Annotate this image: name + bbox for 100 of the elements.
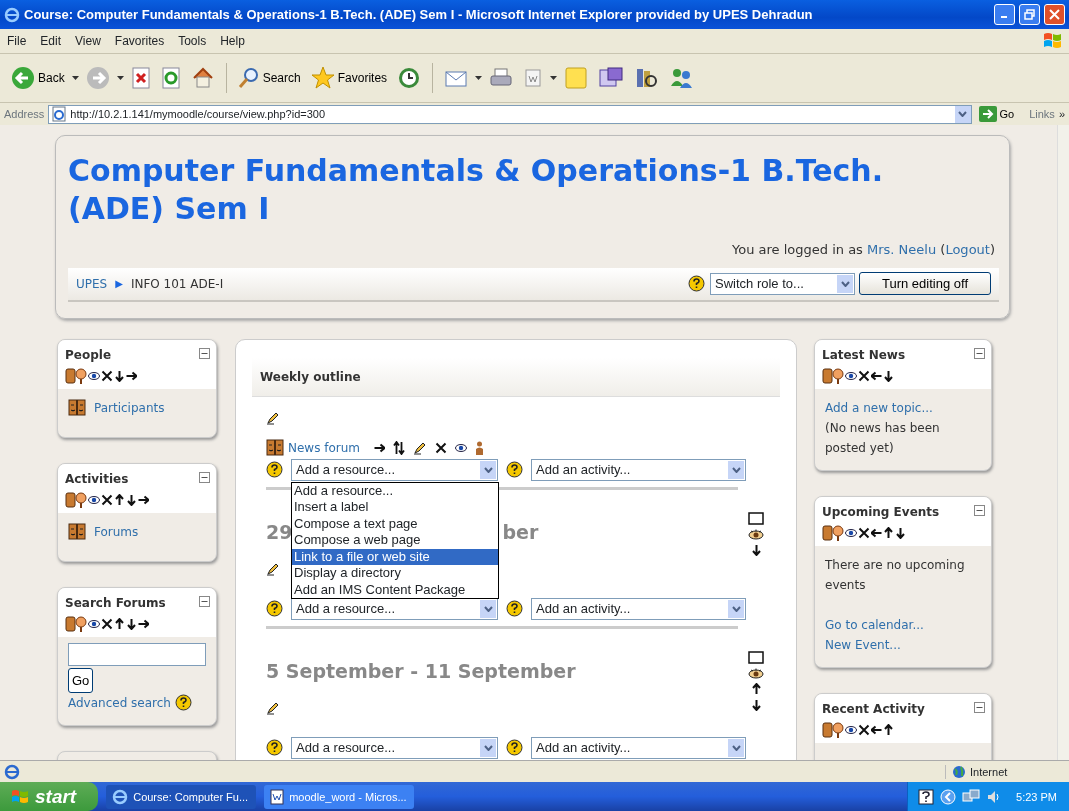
pencil-icon: [266, 561, 280, 576]
advanced-search-link[interactable]: Advanced search: [68, 692, 171, 713]
people-icon: [822, 721, 844, 738]
more-links-button[interactable]: »: [1058, 108, 1065, 120]
user-link[interactable]: Mrs. Neelu: [867, 242, 937, 257]
favorites-button[interactable]: Favorites: [307, 64, 391, 92]
arrow-down-icon: [750, 698, 762, 711]
people-icon: [822, 524, 844, 541]
dropdown-option[interactable]: Add an IMS Content Package: [292, 581, 498, 598]
arrow-down-icon: [895, 526, 906, 539]
delete-icon: [101, 369, 113, 382]
help-icon[interactable]: [918, 788, 935, 805]
empty-square-icon: [748, 650, 764, 664]
dropdown-option[interactable]: Display a directory: [292, 565, 498, 582]
document-icon: [523, 68, 544, 88]
menu-item[interactable]: File: [0, 34, 34, 48]
dropdown-option[interactable]: Compose a text page: [292, 515, 498, 532]
resource-select[interactable]: Add a resource...: [291, 458, 498, 481]
arrow-up-icon: [114, 617, 125, 630]
printer-icon: [489, 67, 514, 89]
eye-icon: [88, 619, 100, 628]
eye-icon: [455, 443, 468, 452]
activity-select[interactable]: Add an activity...: [531, 458, 746, 481]
menu-item[interactable]: Tools: [171, 34, 214, 48]
delete-icon: [435, 441, 448, 454]
menu-item[interactable]: Favorites: [107, 34, 172, 48]
arrow-up-icon: [883, 526, 894, 539]
caret-icon: [483, 605, 493, 612]
collapse-icon: [974, 701, 985, 713]
dropdown-option[interactable]: Link to a file or web site: [292, 548, 498, 565]
arrow-down-icon: [126, 617, 137, 630]
arrow-down-icon: [883, 369, 894, 382]
document-icon: [270, 788, 285, 805]
help-icon: [174, 694, 192, 711]
help-icon: [506, 600, 523, 617]
arrow-right-icon: [138, 493, 149, 506]
search-button[interactable]: Search: [234, 65, 304, 91]
course-title: Computer Fundamentals & Operations-1 B.Tech. (ADE) Sem I: [68, 152, 885, 228]
menu-item[interactable]: Help: [213, 34, 252, 48]
arrow-down-icon: [114, 369, 125, 382]
minimize-button[interactable]: [994, 4, 1015, 25]
collapse-icon: [199, 471, 210, 483]
links-button[interactable]: Links: [1029, 108, 1055, 120]
menu-item[interactable]: Edit: [33, 34, 69, 48]
menu-item[interactable]: View: [68, 34, 108, 48]
breadcrumb-item[interactable]: UPES: [76, 274, 108, 293]
network-icon[interactable]: [962, 788, 981, 805]
collapse-icon: [199, 347, 210, 359]
block-link[interactable]: New Event...: [825, 634, 981, 655]
arrow-left-icon: [871, 526, 882, 539]
restore-icon: [1024, 9, 1035, 20]
dropdown-caret-icon[interactable]: [71, 76, 79, 80]
dropdown-option[interactable]: Compose a web page: [292, 532, 498, 549]
browser-icon: [112, 788, 129, 805]
forum-icon: [68, 399, 86, 416]
chat-icon: [598, 66, 625, 90]
role-select[interactable]: Switch role to...: [710, 272, 855, 295]
activity-select[interactable]: Add an activity...: [531, 736, 746, 759]
back-button[interactable]: Back: [8, 64, 68, 92]
pencil-icon: [413, 440, 428, 455]
delete-icon: [858, 723, 870, 736]
user-link[interactable]: Logout: [945, 242, 990, 257]
address-field[interactable]: http://10.2.1.141/mymoodle/course/view.php?id=300: [48, 104, 972, 124]
taskbar-button[interactable]: moodle_word - Micros...: [264, 784, 415, 809]
arrow-down-icon: [126, 493, 137, 506]
block-link[interactable]: Participants: [94, 397, 165, 418]
block-title: Activities: [65, 470, 130, 488]
eye-icon: [845, 371, 857, 380]
clock-text: 5:23 PM: [1016, 790, 1057, 803]
block-link[interactable]: Go to calendar...: [825, 614, 981, 635]
resource-select[interactable]: Add a resource...: [291, 597, 498, 620]
turn-editing-off-button[interactable]: Turn editing off: [859, 272, 991, 295]
move-icon: [393, 440, 406, 455]
help-icon: [266, 461, 283, 478]
dropdown-caret-icon[interactable]: [475, 76, 483, 80]
activity-link[interactable]: News forum: [288, 438, 361, 457]
scrollbar[interactable]: [1057, 125, 1069, 760]
resource-select[interactable]: Add a resource...: [291, 736, 498, 759]
go-button[interactable]: Go: [975, 104, 1018, 124]
block-link[interactable]: Forums: [94, 521, 139, 542]
caret-icon: [958, 111, 967, 117]
search-field[interactable]: [68, 642, 206, 666]
dropdown-caret-icon[interactable]: [116, 76, 124, 80]
go-button[interactable]: Go: [68, 667, 94, 693]
block-text: (No news has been posted yet): [825, 419, 941, 457]
block-link[interactable]: Add a new topic...: [825, 397, 981, 418]
taskbar-button[interactable]: Course: Computer Fu...: [106, 784, 257, 809]
activity-select[interactable]: Add an activity...: [531, 597, 746, 620]
refresh-icon: [160, 67, 181, 89]
expand-tray-icon[interactable]: [940, 788, 957, 805]
dropdown-caret-icon[interactable]: [550, 76, 558, 80]
restore-button[interactable]: [1019, 4, 1040, 25]
section-heading: 5 September - 11 September: [266, 658, 576, 684]
close-button[interactable]: [1044, 4, 1065, 25]
help-icon: [688, 275, 705, 292]
eye-icon: [845, 725, 857, 734]
eye-icon: [748, 667, 764, 679]
dropdown-option[interactable]: Insert a label: [292, 499, 498, 516]
eye-icon: [748, 528, 764, 540]
dropdown-option[interactable]: Add a resource...: [292, 482, 498, 499]
